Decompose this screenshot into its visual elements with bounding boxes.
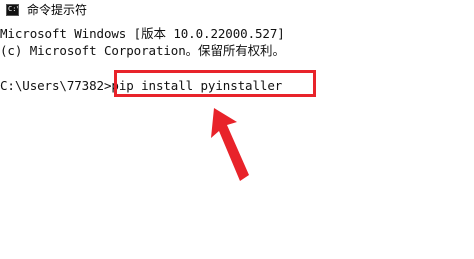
window-title: 命令提示符 — [27, 3, 88, 17]
cmd-icon-glyph: C:\ — [8, 5, 18, 13]
cmd-icon: C:\ — [6, 4, 19, 16]
prompt-path: C:\Users\77382> — [0, 78, 112, 93]
console-version-line: Microsoft Windows [版本 10.0.22000.527] — [0, 26, 285, 41]
title-bar[interactable]: C:\ 命令提示符 — [0, 0, 474, 22]
command-highlight-box — [114, 70, 316, 97]
console-copyright-line: (c) Microsoft Corporation。保留所有权利。 — [0, 43, 285, 58]
console-output[interactable]: Microsoft Windows [版本 10.0.22000.527] (c… — [0, 22, 474, 259]
command-prompt-window: C:\ 命令提示符 Microsoft Windows [版本 10.0.220… — [0, 0, 474, 259]
